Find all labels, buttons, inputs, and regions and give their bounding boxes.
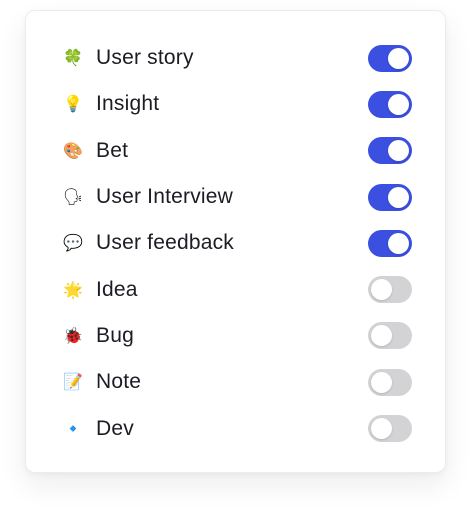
item-type-list: 🍀 User story 💡 Insight 🎨 Bet 🗣 User Interview 💬 U… [26, 35, 445, 452]
toggle-dev[interactable] [368, 415, 412, 443]
item-type-label: User story [96, 46, 194, 70]
toggle-knob [388, 232, 409, 254]
toggle-knob [388, 186, 409, 208]
item-type-settings-panel: 🍀 User story 💡 Insight 🎨 Bet 🗣 User Interview 💬 U… [25, 10, 446, 473]
item-type-label: Insight [96, 92, 160, 116]
toggle-bet[interactable] [368, 137, 412, 165]
item-type-row-bug: 🐞 Bug [26, 313, 445, 359]
item-type-row-idea: 🌟 Idea [26, 266, 445, 312]
item-type-label: Note [96, 370, 142, 394]
lightbulb-icon: 💡 [63, 94, 83, 114]
toggle-knob [388, 47, 409, 69]
toggle-knob [371, 418, 392, 440]
item-type-label: Idea [96, 277, 138, 301]
blue-diamond-icon: 🔹 [63, 418, 83, 438]
glowing-star-icon: 🌟 [63, 279, 83, 299]
palette-icon: 🎨 [63, 140, 83, 160]
toggle-knob [388, 140, 409, 162]
item-type-row-insight: 💡 Insight [26, 81, 445, 127]
toggle-knob [371, 325, 392, 347]
item-type-row-user-interview: 🗣 User Interview [26, 174, 445, 220]
item-type-row-user-feedback: 💬 User feedback [26, 220, 445, 266]
item-type-row-dev: 🔹 Dev [26, 405, 445, 451]
item-type-row-note: 📝 Note [26, 359, 445, 405]
toggle-knob [388, 93, 409, 115]
item-type-label: Dev [96, 416, 134, 440]
item-type-label: User feedback [96, 231, 235, 255]
toggle-knob [371, 371, 392, 393]
item-type-row-user-story: 🍀 User story [26, 35, 445, 81]
toggle-knob [371, 279, 392, 301]
ladybug-icon: 🐞 [63, 325, 83, 345]
item-type-label: User Interview [96, 185, 234, 209]
item-type-row-bet: 🎨 Bet [26, 128, 445, 174]
toggle-user-feedback[interactable] [368, 229, 412, 257]
memo-icon: 📝 [63, 372, 83, 392]
speaking-head-icon: 🗣 [62, 187, 84, 207]
toggle-note[interactable] [368, 368, 412, 396]
toggle-user-interview[interactable] [368, 183, 412, 211]
toggle-idea[interactable] [368, 276, 412, 304]
item-type-label: Bet [96, 138, 129, 162]
toggle-user-story[interactable] [368, 44, 412, 72]
toggle-insight[interactable] [368, 90, 412, 118]
item-type-label: Bug [96, 323, 134, 347]
speech-bubble-icon: 💬 [63, 233, 83, 253]
toggle-bug[interactable] [368, 322, 412, 350]
shamrock-icon: 🍀 [63, 48, 83, 68]
